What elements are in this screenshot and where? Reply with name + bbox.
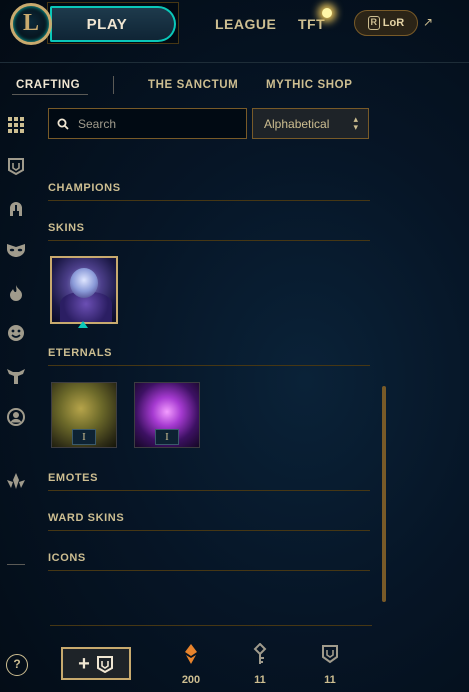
skin-art-face: [70, 268, 98, 298]
chest-count: 11: [324, 674, 336, 686]
chest-icon: [96, 655, 113, 673]
footer-divider: [50, 625, 372, 626]
logo-letter: L: [22, 10, 39, 36]
skin-shard-tile[interactable]: [50, 256, 118, 324]
section-skins[interactable]: SKINS: [48, 222, 85, 234]
chest-icon: [310, 642, 350, 666]
search-input[interactable]: [76, 115, 240, 132]
section-divider: [48, 490, 370, 491]
section-divider: [48, 240, 370, 241]
league-logo-icon[interactable]: L: [10, 3, 52, 45]
helmet-icon[interactable]: [5, 198, 27, 220]
lor-label: LoR: [382, 17, 405, 29]
section-icons[interactable]: ICONS: [48, 552, 86, 564]
tab-crafting[interactable]: CRAFTING: [16, 79, 80, 91]
section-ward-skins[interactable]: WARD SKINS: [48, 512, 124, 524]
top-navigation-bar: PLAY L LEAGUE TFT R LoR ↗: [0, 0, 469, 52]
orange-essence-count: 200: [181, 674, 201, 686]
section-emotes[interactable]: EMOTES: [48, 472, 98, 484]
selected-marker-icon: [78, 321, 88, 328]
rail-divider: [7, 564, 25, 565]
mask-icon[interactable]: [5, 239, 27, 261]
key-icon: [240, 642, 280, 666]
play-button-label: PLAY: [86, 15, 128, 33]
chest-counter: 11: [310, 642, 350, 686]
section-champions[interactable]: CHAMPIONS: [48, 182, 121, 194]
flame-icon[interactable]: [5, 282, 27, 304]
help-button[interactable]: ?: [6, 654, 28, 676]
scrollbar[interactable]: [382, 386, 386, 602]
sort-dropdown[interactable]: Alphabetical ▴ ▾: [252, 108, 369, 139]
subnav-divider: [113, 76, 114, 94]
sort-chevron-icon: ▴ ▾: [353, 114, 358, 132]
section-divider: [48, 530, 370, 531]
chest-icon[interactable]: [5, 155, 27, 177]
section-divider: [48, 570, 370, 571]
orange-essence-counter: 200: [171, 642, 211, 686]
profile-icon[interactable]: [5, 406, 27, 428]
section-divider: [48, 365, 370, 366]
tab-mythic-shop[interactable]: MYTHIC SHOP: [266, 79, 352, 91]
header-divider: [0, 62, 469, 63]
plus-icon: +: [78, 652, 90, 675]
eternal-series-badge: I: [155, 429, 179, 445]
eternal-series-badge: I: [72, 429, 96, 445]
mythic-essence-icon[interactable]: [5, 470, 27, 492]
play-button[interactable]: PLAY: [50, 6, 176, 42]
lor-button[interactable]: R LoR: [354, 10, 418, 36]
emote-face-icon[interactable]: [5, 322, 27, 344]
orange-essence-icon: [171, 642, 211, 666]
tab-the-sanctum[interactable]: THE SANCTUM: [148, 79, 238, 91]
section-divider: [48, 200, 370, 201]
search-icon: [57, 118, 69, 130]
key-counter: 11: [240, 642, 280, 686]
add-chest-button[interactable]: +: [61, 647, 131, 680]
active-tab-underline: [12, 94, 88, 95]
section-eternals[interactable]: ETERNALS: [48, 347, 112, 359]
tft-notification-glow-icon: [322, 8, 332, 18]
nav-league[interactable]: LEAGUE: [215, 16, 276, 32]
eternal-tile[interactable]: I: [51, 382, 117, 448]
ward-icon[interactable]: [5, 365, 27, 387]
sort-value: Alphabetical: [264, 116, 330, 131]
key-count: 11: [254, 674, 266, 686]
lor-card-icon: R: [367, 16, 380, 30]
grid-icon[interactable]: [5, 114, 27, 136]
nav-tft[interactable]: TFT: [298, 16, 325, 32]
search-field[interactable]: [48, 108, 247, 139]
eternal-tile[interactable]: I: [134, 382, 200, 448]
external-link-icon: ↗: [423, 15, 434, 29]
